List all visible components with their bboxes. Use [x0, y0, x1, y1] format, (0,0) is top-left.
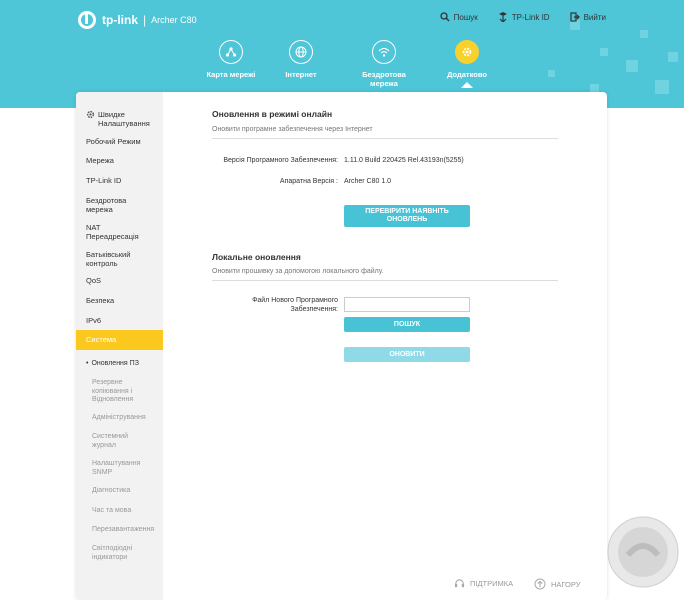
nav-wireless[interactable]: Бездротова мережа: [338, 40, 430, 88]
firmware-version-label: Версія Програмного Забезпечення:: [223, 157, 338, 164]
nav-internet-label: Інтернет: [285, 70, 317, 79]
check-for-upgrades-button[interactable]: ПЕРЕВІРИТИ НАЯВНІТЬ ОНОВЛЕНЬ: [344, 205, 470, 227]
local-update-title: Локальне оновлення: [212, 252, 301, 262]
top-links: Пошук TP-Link ID Вийти: [440, 12, 684, 22]
back-to-top-label: НАГОРУ: [551, 579, 581, 589]
hardware-version-value: Archer C80 1.0: [344, 178, 392, 185]
sidebar-sub-diagnostics[interactable]: Діагностика: [76, 487, 163, 496]
browse-button[interactable]: ПОШУК: [344, 317, 470, 332]
sidebar-sub-label: Діагностика: [92, 487, 131, 494]
sidebar-item-ipv6[interactable]: IPv6: [76, 316, 163, 325]
sidebar-item-label: Безпека: [86, 296, 115, 305]
back-to-top-link[interactable]: НАГОРУ: [534, 578, 581, 590]
wireless-icon: [372, 40, 396, 64]
brand-separator: |: [143, 13, 147, 27]
logout-link[interactable]: Вийти: [569, 12, 606, 22]
sidebar-sub-label: Час та мова: [92, 507, 132, 514]
sidebar-sub-label: Резервне копіювання і Відновлення: [92, 379, 134, 403]
sidebar-sub-snmp-settings[interactable]: Налаштування SNMP: [76, 460, 142, 477]
logout-icon: [569, 12, 580, 22]
search-link[interactable]: Пошук: [440, 12, 478, 22]
sidebar-item-label: Батьківський контроль: [86, 250, 131, 268]
sidebar-item-network[interactable]: Мережа: [76, 156, 163, 165]
sidebar-item-parental-controls[interactable]: Батьківський контроль: [76, 250, 140, 268]
sidebar-sub-label: Перезавантаження: [92, 526, 155, 533]
sidebar-sub-label: Оновлення ПЗ: [91, 360, 139, 367]
sidebar-item-wireless[interactable]: Бездротова мережа: [76, 196, 136, 214]
decor-pixel: [640, 30, 648, 38]
globe-icon: [289, 40, 313, 64]
sidebar-sub-firmware-upgrade[interactable]: Оновлення ПЗ: [76, 360, 163, 369]
headset-icon: [454, 579, 465, 588]
search-link-label: Пошук: [453, 12, 478, 22]
upgrade-button[interactable]: ОНОВИТИ: [344, 347, 470, 362]
sidebar-sub-label: Світлодіодні індикатори: [92, 545, 133, 561]
sidebar-item-label: IPv6: [86, 316, 102, 325]
sidebar-item-label: Бездротова мережа: [86, 196, 127, 214]
brand-logo: tp-link | Archer C80: [78, 10, 197, 30]
sidebar-sub-time-language[interactable]: Час та мова: [76, 507, 163, 516]
sidebar-sub-label: Адміністрування: [92, 414, 146, 421]
quick-setup-gear-icon: [86, 110, 95, 119]
sidebar-item-qos[interactable]: QoS: [76, 276, 163, 285]
active-nav-caret: [461, 82, 473, 88]
sidebar-sub-system-log[interactable]: Системний журнал: [76, 433, 132, 450]
hardware-version-label: Апаратна Версія :: [279, 178, 338, 185]
sidebar-item-label: NAT Переадресація: [86, 223, 139, 241]
tp-link-logo-icon: [78, 11, 96, 29]
nav-wireless-label: Бездротова мережа: [362, 70, 406, 88]
sidebar-item-label: QoS: [86, 276, 102, 285]
search-icon: [440, 12, 450, 22]
sidebar-sub-led-control[interactable]: Світлодіодні індикатори: [76, 545, 136, 562]
network-map-icon: [219, 40, 243, 64]
support-link[interactable]: ПІДТРИМКА: [454, 578, 513, 589]
sidebar-sub-administration[interactable]: Адміністрування: [76, 414, 163, 423]
sidebar-sub-reboot[interactable]: Перезавантаження: [76, 526, 163, 535]
sidebar: Швидке Налаштування Робочий Режим Мережа…: [76, 92, 163, 600]
online-update-description: Оновити програмне забезпечення через Інт…: [212, 126, 558, 139]
model-name: Archer C80: [151, 15, 197, 25]
sidebar-item-nat-forwarding[interactable]: NAT Переадресація: [76, 223, 146, 241]
sidebar-item-label: Швидке Налаштування: [98, 110, 150, 128]
firmware-file-input[interactable]: [344, 297, 470, 312]
tplink-id-link-label: TP-Link ID: [511, 12, 550, 22]
new-firmware-file-label: Файл Нового Програмного Забезпечення:: [252, 297, 338, 313]
tplink-id-link[interactable]: TP-Link ID: [498, 12, 550, 22]
nav-advanced-label: Додатково: [447, 70, 487, 79]
site-watermark-logo: [607, 516, 679, 588]
sidebar-item-security[interactable]: Безпека: [76, 296, 163, 305]
content-card: Швидке Налаштування Робочий Режим Мережа…: [76, 92, 607, 600]
sidebar-item-label: Система: [86, 335, 117, 344]
sidebar-sub-label: Налаштування SNMP: [92, 460, 141, 476]
support-link-label: ПІДТРИМКА: [470, 579, 514, 588]
sidebar-item-operation-mode[interactable]: Робочий Режим: [76, 137, 163, 146]
nav-internet[interactable]: Інтернет: [256, 40, 346, 79]
logout-link-label: Вийти: [583, 12, 606, 22]
sidebar-item-label: Робочий Режим: [86, 137, 141, 146]
user-icon: [498, 12, 507, 22]
sidebar-item-label: Мережа: [86, 156, 114, 165]
local-update-description: Оновити прошивку за допомогою локального…: [212, 268, 558, 281]
firmware-version-value: 1.11.0 Build 220425 Rel.43193n(5255): [344, 157, 464, 164]
sidebar-sub-backup-restore[interactable]: Резервне копіювання і Відновлення: [76, 379, 142, 405]
nav-advanced[interactable]: Додатково: [422, 40, 512, 79]
sidebar-item-tplink-id[interactable]: TP-Link ID: [76, 176, 163, 185]
gear-icon: [455, 40, 479, 64]
arrow-up-icon: [534, 578, 546, 590]
sidebar-item-label: TP-Link ID: [86, 176, 122, 185]
sidebar-item-quick-setup[interactable]: Швидке Налаштування: [76, 110, 163, 130]
brand-name: tp-link: [102, 13, 138, 27]
online-update-title: Оновлення в режимі онлайн: [212, 109, 333, 119]
sidebar-item-system[interactable]: Система: [76, 330, 163, 350]
sidebar-sub-label: Системний журнал: [92, 433, 128, 449]
